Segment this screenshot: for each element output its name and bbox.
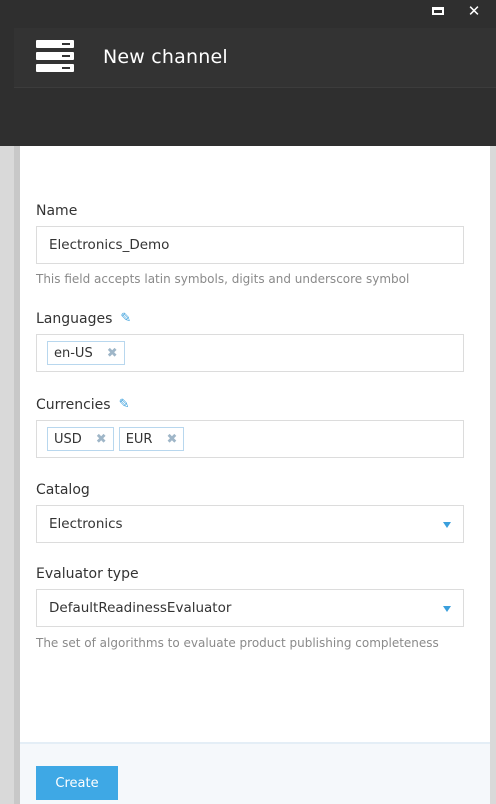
caret-down-icon: [443, 606, 451, 612]
name-hint: This field accepts latin symbols, digits…: [36, 272, 410, 286]
currencies-label: Currencies ✎: [36, 397, 130, 413]
remove-tag-icon[interactable]: ✖: [96, 432, 107, 447]
blade-icon: [36, 40, 74, 72]
pencil-icon[interactable]: ✎: [120, 311, 131, 326]
close-icon[interactable]: ✕: [466, 3, 482, 19]
catalog-label: Catalog: [36, 482, 90, 498]
window-controls: ✕: [430, 3, 482, 19]
page-title: New channel: [103, 46, 228, 68]
form-panel: Name Electronics_Demo This field accepts…: [14, 146, 490, 804]
languages-label-text: Languages: [36, 311, 113, 327]
name-label: Name: [36, 203, 78, 219]
create-button[interactable]: Create: [36, 766, 118, 800]
evaluator-label: Evaluator type: [36, 566, 139, 582]
tag-label: EUR: [125, 431, 153, 447]
currencies-field[interactable]: USD ✖ EUR ✖: [36, 420, 464, 458]
name-input[interactable]: Electronics_Demo: [36, 226, 464, 264]
evaluator-value: DefaultReadinessEvaluator: [49, 600, 232, 616]
tag-label: en-US: [54, 345, 93, 361]
pencil-icon[interactable]: ✎: [119, 397, 130, 412]
remove-tag-icon[interactable]: ✖: [107, 346, 118, 361]
evaluator-select[interactable]: DefaultReadinessEvaluator: [36, 589, 464, 627]
maximize-icon[interactable]: [430, 3, 446, 19]
evaluator-hint: The set of algorithms to evaluate produc…: [36, 636, 439, 650]
language-tag: en-US ✖: [47, 341, 125, 365]
languages-label: Languages ✎: [36, 311, 131, 327]
catalog-value: Electronics: [49, 516, 123, 532]
header-divider: [14, 87, 496, 88]
tag-label: USD: [54, 431, 82, 447]
remove-tag-icon[interactable]: ✖: [166, 432, 177, 447]
currency-tag: EUR ✖: [118, 427, 185, 451]
languages-field[interactable]: en-US ✖: [36, 334, 464, 372]
header-bar: New channel: [14, 28, 496, 88]
currency-tag: USD ✖: [47, 427, 114, 451]
catalog-select[interactable]: Electronics: [36, 505, 464, 543]
footer: Create: [20, 744, 490, 804]
new-channel-window: ✕ New channel Name Electronics_Demo This…: [0, 0, 496, 804]
blade-header: ✕ New channel: [0, 0, 496, 146]
caret-down-icon: [443, 522, 451, 528]
currencies-label-text: Currencies: [36, 397, 111, 413]
